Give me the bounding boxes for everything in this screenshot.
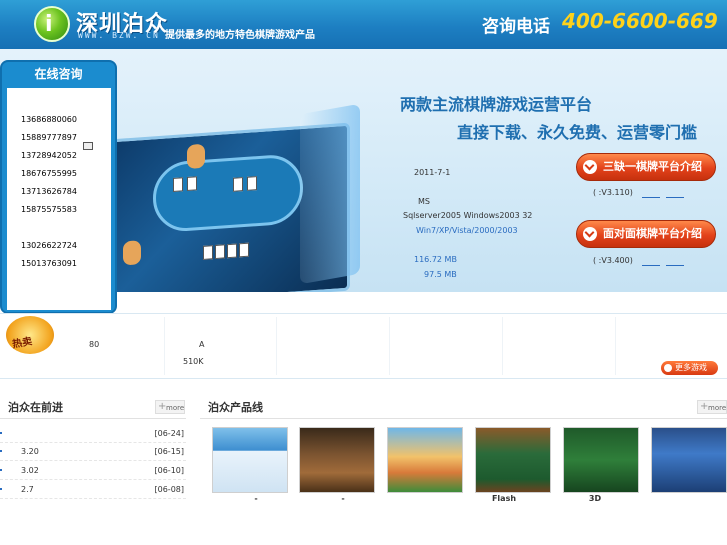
- glass-decoration: [300, 103, 360, 285]
- logo-icon[interactable]: i: [34, 6, 70, 42]
- version-2: ( :V3.400): [593, 256, 633, 265]
- bullet-icon: [0, 450, 2, 452]
- banner-subheadline: 直接下载、永久免费、运营零门槛: [457, 123, 698, 142]
- product-caption[interactable]: -: [305, 494, 381, 503]
- list-item[interactable]: 3.20 [06-15]: [0, 443, 186, 461]
- products-title: 泊众产品线: [208, 401, 263, 414]
- bullet-icon: [0, 432, 2, 434]
- logo-url: WWW. BZW. CN: [78, 31, 160, 40]
- product-caption[interactable]: Flash: [466, 494, 542, 503]
- list-item[interactable]: 2.7 [06-08]: [0, 481, 186, 499]
- player-avatar: [187, 143, 205, 170]
- product-thumbnail[interactable]: [475, 427, 551, 493]
- download-link[interactable]: [642, 265, 660, 266]
- product-thumbnail[interactable]: [299, 427, 375, 493]
- phone-number[interactable]: 15013763091: [21, 259, 77, 268]
- bullet-icon: [0, 469, 2, 471]
- game-strip: [0, 313, 727, 379]
- client-os: Win7/XP/Vista/2000/2003: [416, 226, 518, 235]
- db-label: MS: [418, 197, 430, 206]
- bullet-icon: [0, 488, 2, 490]
- download-link[interactable]: [666, 265, 684, 266]
- product-thumbnail[interactable]: [651, 427, 727, 493]
- download-link[interactable]: [666, 197, 684, 198]
- more-games-button[interactable]: 更多游戏: [661, 361, 718, 375]
- mianduimian-platform-button[interactable]: 面对面棋牌平台介绍: [576, 220, 716, 248]
- site-header: i 深圳泊众 WWW. BZW. CN 提供最多的地方特色棋牌游戏产品 咨询电话…: [0, 0, 727, 49]
- banner-headline: 两款主流棋牌游戏运营平台: [400, 95, 593, 114]
- news-item-title[interactable]: 3.02: [21, 466, 39, 475]
- sanqueyi-platform-button[interactable]: 三缺一棋牌平台介绍: [576, 153, 716, 181]
- phone-number[interactable]: 18676755995: [21, 169, 77, 178]
- playing-card: [233, 177, 243, 192]
- product-thumbnail[interactable]: [563, 427, 639, 493]
- download-link[interactable]: [642, 197, 660, 198]
- list-item[interactable]: [06-24]: [0, 425, 186, 443]
- online-consult-panel: 在线咨询 13686880060 15889777897 13728942052…: [0, 60, 117, 314]
- divider: [389, 317, 390, 375]
- product-caption[interactable]: -: [218, 494, 294, 503]
- playing-card: [227, 243, 237, 259]
- product-thumbnail[interactable]: [387, 427, 463, 493]
- online-consult-title: 在线咨询: [34, 67, 83, 81]
- divider: [502, 317, 503, 375]
- chevron-down-icon: [583, 227, 597, 241]
- chevron-down-icon: [583, 160, 597, 174]
- list-item[interactable]: 3.02 [06-10]: [0, 462, 186, 480]
- news-item-date: [06-15]: [154, 447, 185, 456]
- news-title: 泊众在前进: [8, 401, 63, 414]
- playing-card: [173, 177, 183, 192]
- download-size-2: 97.5 MB: [424, 270, 457, 279]
- divider: [200, 418, 727, 419]
- divider: [615, 317, 616, 375]
- divider: [276, 317, 277, 375]
- phone-number[interactable]: 15889777897: [21, 133, 77, 142]
- product-caption[interactable]: 3D: [557, 494, 633, 503]
- news-item-date: [06-24]: [154, 429, 185, 438]
- hotline-label: 咨询电话: [482, 17, 550, 37]
- phone-number[interactable]: 13026622724: [21, 241, 77, 250]
- button-label: 面对面棋牌平台介绍: [603, 227, 702, 240]
- news-more-button[interactable]: more: [155, 400, 185, 414]
- phone-number[interactable]: 13686880060: [21, 115, 77, 124]
- game-item[interactable]: 80: [89, 340, 99, 349]
- divider: [164, 317, 165, 375]
- product-thumbnail[interactable]: [212, 427, 288, 493]
- phone-number[interactable]: 13713626784: [21, 187, 77, 196]
- news-item-date: [06-08]: [154, 485, 185, 494]
- playing-card: [247, 176, 257, 191]
- divider: [0, 418, 186, 419]
- game-item[interactable]: 510K: [183, 357, 204, 366]
- server-requirements: Sqlserver2005 Windows2003 32: [403, 211, 533, 220]
- phone-number[interactable]: 13728942052: [21, 151, 77, 160]
- card-table: [153, 152, 303, 234]
- download-size-1: 116.72 MB: [414, 255, 457, 264]
- hotline-number: 400-6600-669: [562, 9, 718, 33]
- news-item-title[interactable]: 2.7: [21, 485, 34, 494]
- playing-card: [215, 244, 225, 260]
- products-more-button[interactable]: more: [697, 400, 727, 414]
- player-avatar: [123, 240, 141, 266]
- release-date: 2011-7-1: [414, 168, 451, 177]
- hot-sale-badge: 热卖: [2, 312, 58, 356]
- button-label: 三缺一棋牌平台介绍: [603, 160, 702, 173]
- news-item-date: [06-10]: [154, 466, 185, 475]
- phone-number[interactable]: 15875575583: [21, 205, 77, 214]
- playing-card: [203, 245, 213, 260]
- version-1: ( :V3.110): [593, 188, 633, 197]
- logo-mark: i: [45, 12, 53, 37]
- phone-list: 13686880060 15889777897 13728942052 1867…: [7, 88, 111, 310]
- playing-card: [239, 242, 249, 258]
- slogan: 提供最多的地方特色棋牌游戏产品: [165, 30, 315, 41]
- news-item-title[interactable]: 3.20: [21, 447, 39, 456]
- game-item[interactable]: A: [199, 340, 204, 349]
- playing-card: [187, 176, 197, 192]
- print-icon[interactable]: [83, 142, 93, 150]
